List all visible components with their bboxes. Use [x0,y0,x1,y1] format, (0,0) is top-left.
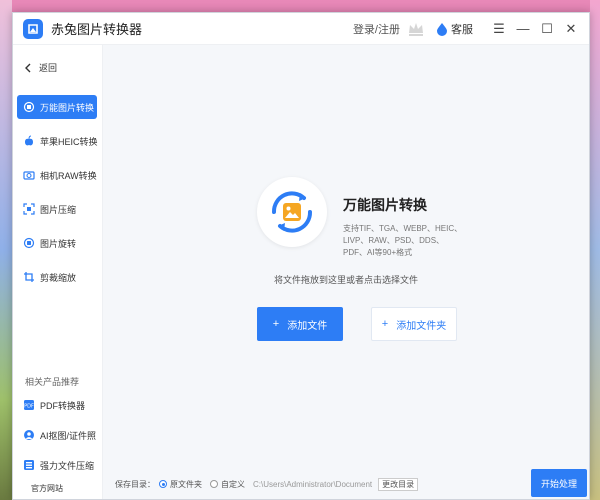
rotate-icon [23,237,35,249]
related-products-title: 相关产品推荐 [25,377,80,387]
login-register-link[interactable]: 登录/注册 [353,21,400,37]
sidebar-item-raw[interactable]: 相机RAW转换 [17,163,97,187]
close-button[interactable]: ✕ [561,19,581,39]
app-title: 赤兔图片转换器 [51,22,143,37]
start-processing-button[interactable]: 开始处理 [531,469,587,497]
related-item-file-compress[interactable]: 强力文件压缩 [17,453,97,477]
service-button[interactable]: 客服 [451,21,473,37]
vip-crown-icon[interactable] [406,19,426,39]
service-drop-icon[interactable] [436,22,448,36]
sidebar-item-label: 图片旋转 [40,238,77,249]
radio-custom-folder[interactable] [210,480,218,488]
feature-title: 万能图片转换 [343,197,427,213]
file-compress-icon [24,460,34,470]
back-label: 返回 [39,63,58,73]
maximize-button[interactable]: ☐ [537,19,557,39]
sidebar-item-label: 苹果HEIC转换 [40,136,98,147]
apple-icon [25,135,33,146]
plus-icon: + [272,318,280,330]
sidebar-item-rotate[interactable]: 图片旋转 [17,231,97,255]
universal-convert-icon [23,101,35,113]
related-item-label: AI抠图/证件照 [40,430,97,441]
desktop-background-right [590,0,600,500]
save-directory-label: 保存目录： [115,479,155,489]
sidebar: 返回 万能图片转换 苹果HEIC转换 相机RAW转换 图片压缩 图片旋转 剪裁缩… [13,45,103,499]
crop-icon [24,272,34,282]
official-website-link[interactable]: 官方网站 [31,483,63,494]
change-directory-button[interactable]: 更改目录 [378,477,419,491]
main-panel[interactable]: 万能图片转换 支持TIF、TGA、WEBP、HEIC、LIVP、RAW、PSD、… [103,45,589,499]
camera-icon [23,171,35,180]
compress-icon [23,203,35,215]
related-item-ai-matting[interactable]: AI抠图/证件照 [17,423,97,447]
sidebar-item-universal-convert[interactable]: 万能图片转换 [17,95,97,119]
save-path-text: C:\Users\Administrator\Document [253,479,373,489]
app-window: 赤兔图片转换器 登录/注册 客服 ☰ — ☐ ✕ 返回 万能图片转换 苹果HEI… [12,12,590,500]
option-custom-label[interactable]: 自定义 [221,479,245,490]
chevron-left-icon [25,63,31,72]
sidebar-item-crop[interactable]: 剪裁缩放 [17,265,97,289]
svg-text:PDF: PDF [24,403,34,409]
app-logo-icon [23,18,43,39]
supported-formats-text: 支持TIF、TGA、WEBP、HEIC、LIVP、RAW、PSD、DDS、PDF… [343,224,463,257]
option-original-folder-label[interactable]: 原文件夹 [170,479,202,490]
menu-button[interactable]: ☰ [489,19,509,39]
radio-original-folder[interactable] [159,480,167,488]
drop-zone-hint: 将文件拖放到这里或者点击选择文件 [273,275,418,285]
sidebar-item-compress[interactable]: 图片压缩 [17,197,97,221]
related-item-label: PDF转换器 [40,400,86,411]
add-file-label: 添加文件 [287,320,328,332]
sidebar-item-heic[interactable]: 苹果HEIC转换 [17,129,98,153]
save-directory-bar: 保存目录： 原文件夹 自定义 C:\Users\Administrator\Do… [115,477,419,491]
plus-icon: + [381,318,389,330]
titlebar: 赤兔图片转换器 登录/注册 客服 ☰ — ☐ ✕ [13,13,589,45]
sidebar-item-label: 剪裁缩放 [40,272,77,283]
image-convert-hero-icon [257,177,327,247]
minimize-button[interactable]: — [513,19,533,39]
pdf-icon: PDF [24,400,34,410]
add-folder-button[interactable]: + 添加文件夹 [371,307,457,341]
ai-matting-icon [24,430,34,440]
related-item-pdf[interactable]: PDF PDF转换器 [17,393,97,417]
related-item-label: 强力文件压缩 [40,460,95,471]
sidebar-item-label: 相机RAW转换 [40,170,97,181]
sidebar-item-label: 图片压缩 [40,204,77,215]
add-file-button[interactable]: + 添加文件 [257,307,343,341]
back-button[interactable]: 返回 [23,61,57,74]
sidebar-item-label: 万能图片转换 [40,102,95,113]
desktop-background-left [0,0,12,500]
add-folder-label: 添加文件夹 [396,320,447,332]
